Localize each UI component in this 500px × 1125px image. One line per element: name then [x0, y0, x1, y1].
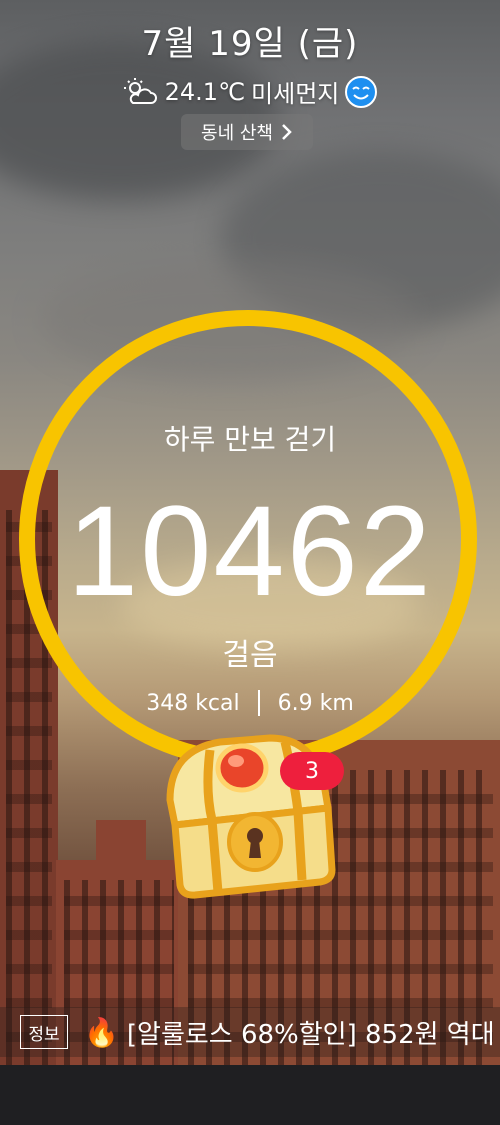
- activity-stats: 348 kcal 6.9 km: [0, 690, 500, 716]
- step-count: 10462: [67, 480, 433, 623]
- reward-count-badge: 3: [280, 752, 344, 790]
- step-unit: 걸음: [222, 638, 278, 673]
- pedometer-title: 하루 만보 걷기: [163, 423, 337, 456]
- temperature-label: 24.1℃: [164, 77, 246, 106]
- fire-icon: 🔥: [84, 1015, 119, 1049]
- smile-face-icon: [345, 75, 378, 108]
- date-label: 7월 19일 (금): [141, 24, 359, 64]
- info-ticker[interactable]: 정보 🔥 [알룰로스 68%할인] 852원 역대: [0, 1007, 500, 1057]
- stats-divider: [257, 690, 260, 716]
- neighborhood-walk-button[interactable]: 동네 산책: [181, 114, 313, 150]
- walk-button-label: 동네 산책: [201, 123, 273, 144]
- weather-row[interactable]: 24.1℃ 미세먼지: [0, 74, 500, 109]
- distance-label: 6.9 km: [277, 690, 354, 716]
- info-tag: 정보: [20, 1015, 68, 1049]
- calories-label: 348 kcal: [146, 690, 240, 716]
- weather-partly-cloudy-icon: [123, 77, 157, 104]
- chevron-right-icon: [282, 124, 292, 140]
- dust-label: 미세먼지: [251, 80, 340, 108]
- ticker-text: [알룰로스 68%할인] 852원 역대: [126, 1019, 495, 1050]
